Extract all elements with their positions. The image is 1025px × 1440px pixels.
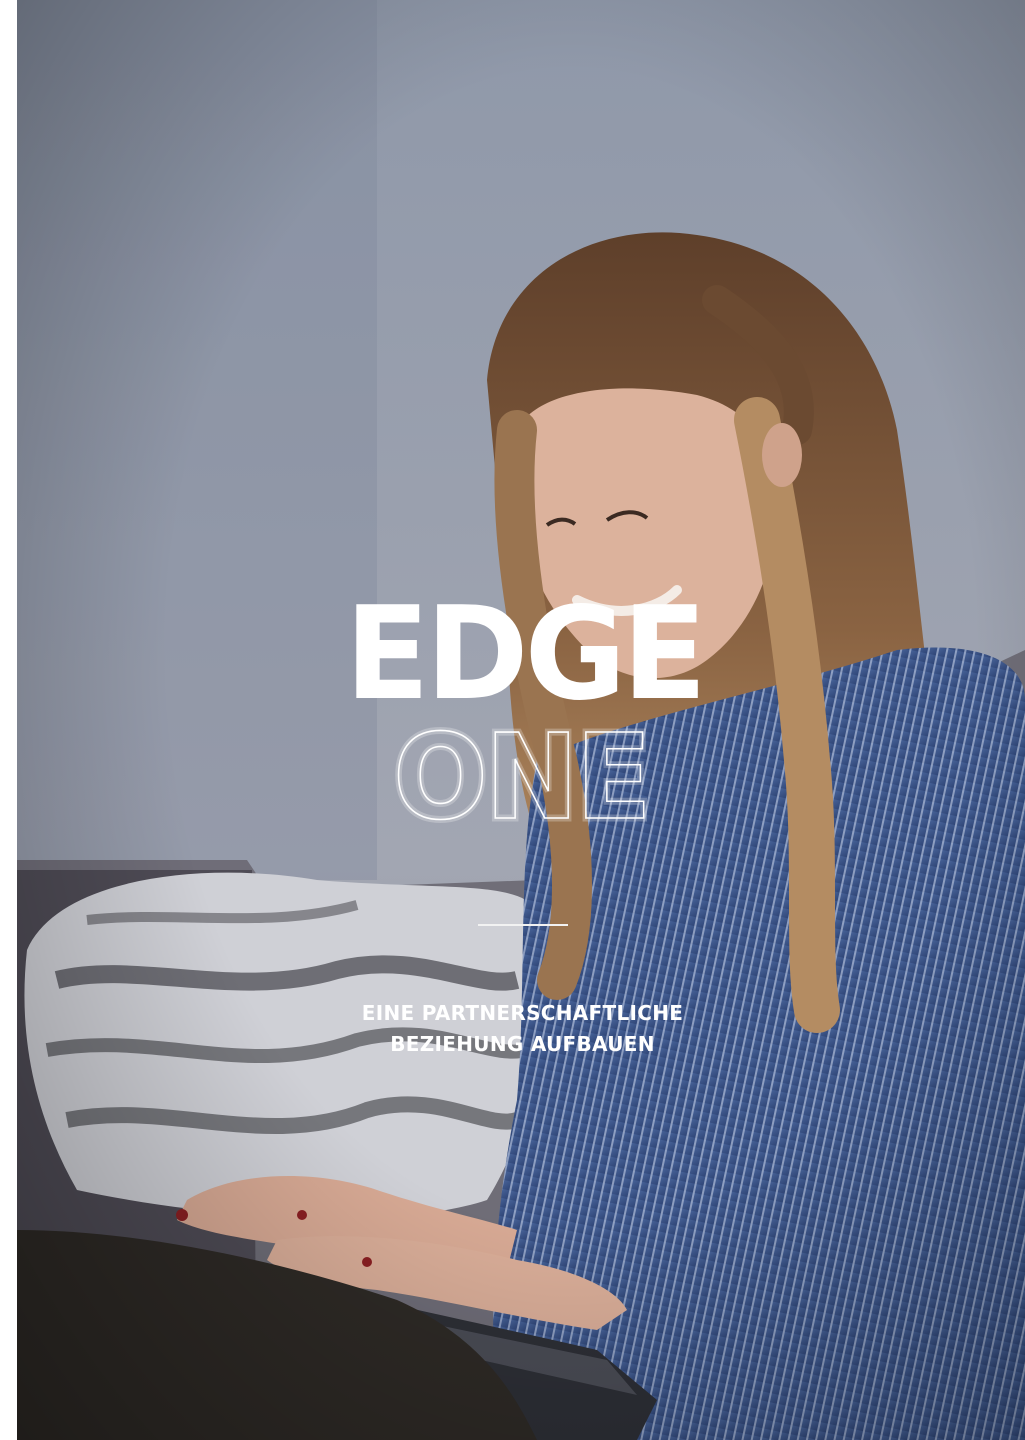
- cover-photo: [17, 0, 1025, 1440]
- cover-page: EDGE ONE ONE EINE PARTNERSCHAFTLICHE BEZ…: [0, 0, 1025, 1440]
- woman-smiling-at-laptop-icon: [17, 0, 1025, 1440]
